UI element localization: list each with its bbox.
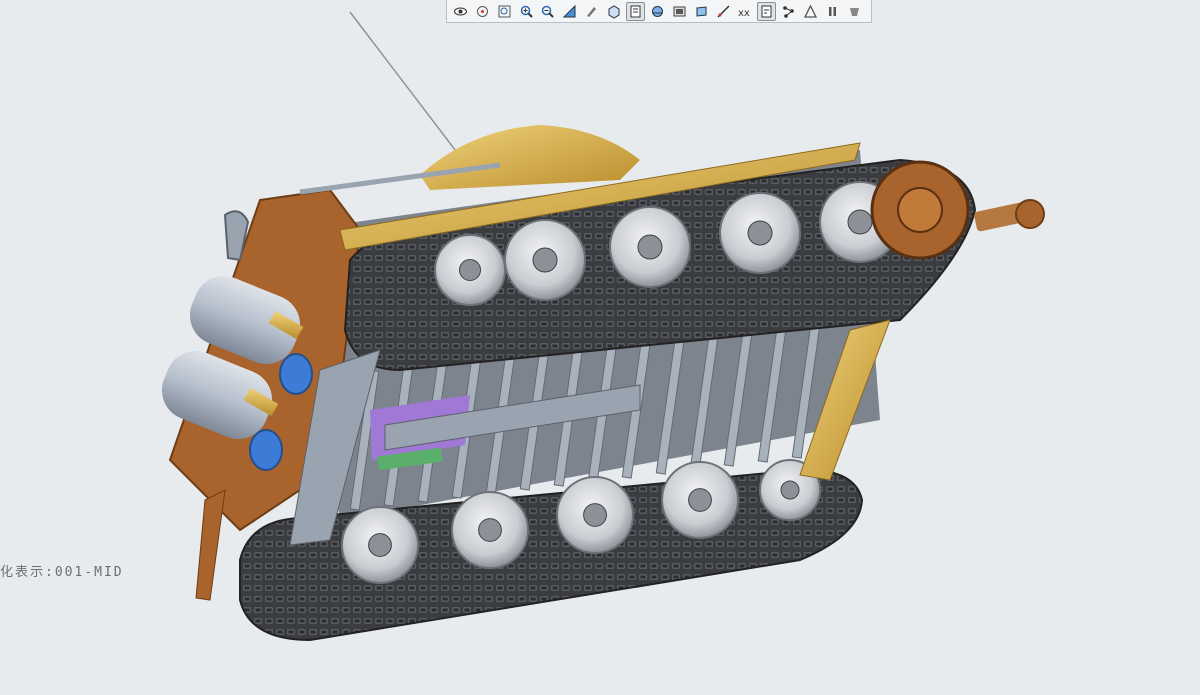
wheel-hub bbox=[478, 518, 502, 542]
wheel-hub bbox=[780, 480, 800, 500]
cad-viewport[interactable] bbox=[0, 0, 1200, 695]
wheel-hub bbox=[368, 533, 392, 557]
turret-ring bbox=[420, 125, 640, 190]
wheel-hub bbox=[637, 234, 663, 260]
wheel-hub bbox=[847, 209, 873, 235]
wheel-hub bbox=[688, 488, 712, 512]
rear-bracket bbox=[195, 489, 226, 601]
wheel-hub bbox=[532, 247, 558, 273]
wheel-hub bbox=[459, 259, 481, 281]
wheel-hub bbox=[583, 503, 607, 527]
wheel-hub bbox=[747, 220, 773, 246]
view-name-label: 化表示:001-MID bbox=[0, 565, 124, 580]
